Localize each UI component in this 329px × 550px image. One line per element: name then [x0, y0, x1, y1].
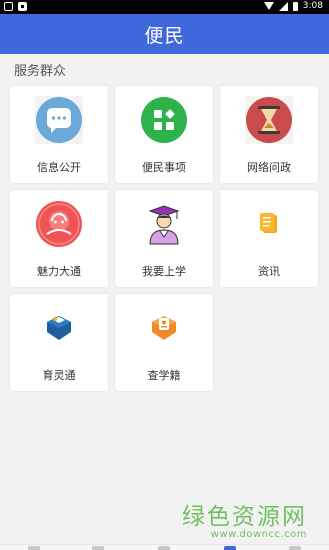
- signal-icon: [278, 1, 288, 11]
- service-label: 资讯: [258, 265, 280, 278]
- service-tile-student-records[interactable]: 查学籍: [115, 294, 213, 391]
- status-right: 3:08: [263, 1, 323, 11]
- service-tile-info-public[interactable]: 信息公开: [10, 86, 108, 183]
- landmark-icon: [36, 201, 82, 247]
- apps-grid-icon: [141, 97, 187, 143]
- notification-icon: [4, 2, 13, 11]
- service-label: 我要上学: [142, 265, 186, 278]
- page-title: 便民: [144, 24, 185, 47]
- watermark-text: 绿色资源网: [182, 504, 307, 530]
- status-left: [4, 2, 27, 11]
- hourglass-icon: [245, 96, 293, 144]
- service-label: 育灵通: [42, 369, 76, 382]
- graduate-icon: [148, 205, 180, 245]
- watermark-url: www.downcc.com: [210, 529, 307, 540]
- people-tab-icon[interactable]: [224, 546, 236, 550]
- folder-tab-icon[interactable]: [92, 546, 104, 550]
- profile-badge-icon: [152, 316, 176, 340]
- service-label: 信息公开: [37, 161, 81, 174]
- service-label: 网络问政: [247, 161, 291, 174]
- news-icon: [260, 213, 277, 233]
- service-label: 便民事项: [142, 161, 186, 174]
- camera-tab-icon[interactable]: [158, 546, 170, 550]
- wifi-icon: [263, 2, 274, 10]
- battery-icon: [292, 1, 298, 11]
- status-bar: 3:08: [0, 0, 329, 14]
- watermark: 绿色资源网 www.downcc.com: [182, 497, 307, 540]
- service-tile-news[interactable]: 资讯: [220, 190, 318, 287]
- app-icon: [18, 2, 27, 11]
- clock: 3:08: [302, 1, 323, 11]
- service-label: 魅力大通: [37, 265, 81, 278]
- service-tile-yulingtong[interactable]: 育灵通: [10, 294, 108, 391]
- home-tab-icon[interactable]: [28, 546, 40, 550]
- user-tab-icon[interactable]: [289, 546, 301, 550]
- service-tile-go-to-school[interactable]: 我要上学: [115, 190, 213, 287]
- bottom-nav: [0, 544, 329, 550]
- cube-logo-icon: [47, 316, 71, 340]
- service-tile-online-politics[interactable]: 网络问政: [220, 86, 318, 183]
- service-label: 查学籍: [147, 369, 181, 382]
- app-bar: 便民: [0, 14, 329, 54]
- section-title: 服务群众: [14, 64, 67, 79]
- chat-bubble-icon: [35, 96, 83, 144]
- service-tile-charm-datong[interactable]: 魅力大通: [10, 190, 108, 287]
- service-tile-convenience[interactable]: 便民事项: [115, 86, 213, 183]
